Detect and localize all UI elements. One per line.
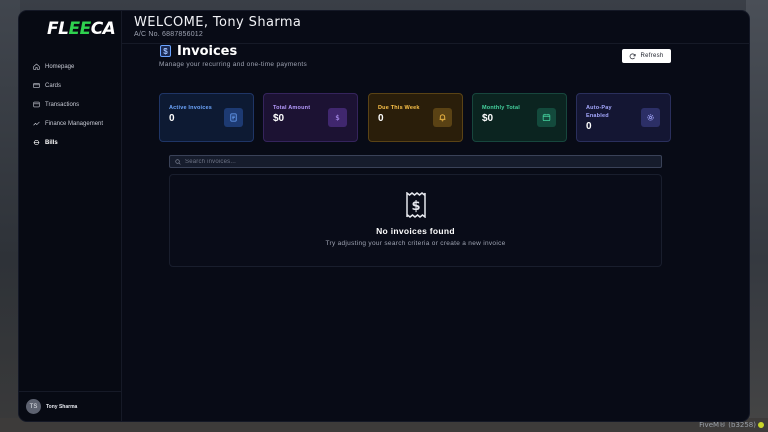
avatar: TS	[26, 399, 41, 414]
sidebar-item-cards[interactable]: Cards	[19, 76, 122, 95]
empty-state: $ No invoices found Try adjusting your s…	[169, 174, 662, 267]
search-bar	[169, 155, 662, 168]
stat-card-due-this-week: Due This Week 0	[368, 93, 463, 142]
user-profile[interactable]: TS Tony Sharma	[19, 391, 122, 421]
stat-label: Active Invoices	[169, 105, 213, 111]
status-dot-icon	[758, 422, 764, 428]
account-number: A/C No. 6887856012	[134, 31, 203, 38]
sidebar-item-label: Transactions	[45, 101, 80, 108]
sidebar-item-transactions[interactable]: Transactions	[19, 95, 122, 114]
home-icon	[33, 63, 40, 70]
dollar-icon: $	[328, 108, 347, 127]
title-row: $ Invoices Manage your recurring and one…	[159, 44, 671, 74]
user-name: Tony Sharma	[46, 403, 78, 410]
calendar-icon	[537, 108, 556, 127]
stat-card-active-invoices: Active Invoices 0	[159, 93, 254, 142]
sidebar-item-label: Bills	[45, 139, 58, 146]
gear-icon	[641, 108, 660, 127]
stat-label: Due This Week	[378, 105, 420, 111]
sidebar-item-label: Finance Management	[45, 120, 104, 127]
invoices-panel: $ Invoices Manage your recurring and one…	[159, 44, 671, 267]
sidebar: FLEECA Homepage Cards Transactions Finan…	[19, 11, 122, 421]
stat-label: Auto-Pay Enabled	[586, 105, 612, 119]
bell-icon	[433, 108, 452, 127]
watermark-text: FiveM® (b3258)	[699, 421, 756, 429]
refresh-button[interactable]: Refresh	[622, 49, 671, 63]
bills-icon	[33, 139, 40, 146]
transactions-icon	[33, 101, 40, 108]
refresh-icon	[630, 53, 636, 59]
fleeca-logo: FLEECA	[47, 19, 116, 39]
stat-label: Total Amount	[273, 105, 311, 111]
sidebar-nav: Homepage Cards Transactions Finance Mana…	[19, 57, 122, 152]
stat-card-total-amount: Total Amount $0 $	[263, 93, 358, 142]
empty-title: No invoices found	[376, 226, 455, 236]
empty-subtitle: Try adjusting your search criteria or cr…	[325, 240, 506, 247]
card-icon	[33, 83, 40, 88]
search-icon	[175, 158, 181, 165]
receipt-icon: $	[406, 192, 426, 218]
welcome-title: WELCOME, Tony Sharma	[134, 15, 302, 30]
page-subtitle: Manage your recurring and one-time payme…	[159, 61, 308, 68]
invoice-icon: $	[160, 45, 171, 57]
stat-card-auto-pay-enabled: Auto-Pay Enabled 0	[576, 93, 671, 142]
refresh-label: Refresh	[640, 53, 664, 59]
fivem-watermark: FiveM® (b3258)	[699, 421, 764, 429]
stat-card-monthly-total: Monthly Total $0	[472, 93, 567, 142]
search-input[interactable]	[185, 158, 655, 165]
document-icon	[224, 108, 243, 127]
trend-icon	[33, 121, 40, 126]
game-background-left	[0, 0, 20, 432]
sidebar-item-label: Cards	[45, 82, 62, 89]
sidebar-item-label: Homepage	[45, 63, 75, 70]
stat-label: Monthly Total	[482, 105, 520, 111]
sidebar-item-finance-management[interactable]: Finance Management	[19, 114, 122, 133]
header: WELCOME, Tony Sharma A/C No. 6887856012	[122, 11, 749, 44]
sidebar-item-bills[interactable]: Bills	[19, 133, 122, 152]
svg-text:$: $	[411, 199, 420, 214]
svg-text:$: $	[335, 113, 340, 122]
stat-cards: Active Invoices 0 Total Amount $0 $ Due …	[159, 93, 671, 142]
game-background-right	[746, 0, 768, 432]
page-title: Invoices	[177, 44, 238, 59]
sidebar-item-homepage[interactable]: Homepage	[19, 57, 122, 76]
